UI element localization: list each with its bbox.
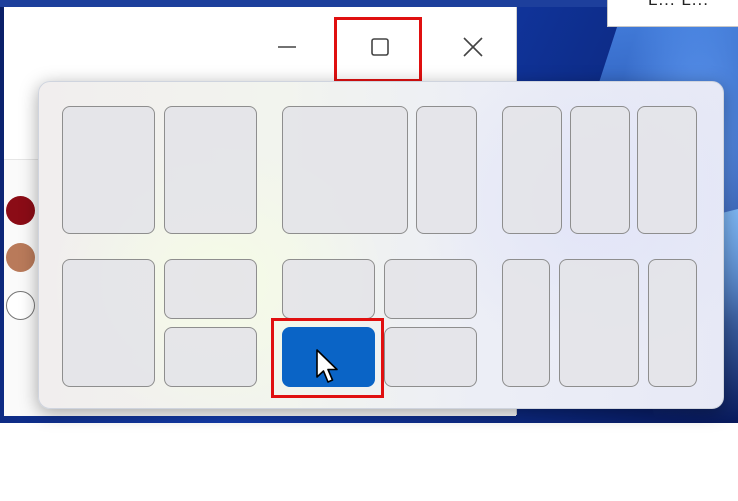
snap-zone[interactable] bbox=[62, 259, 155, 387]
snap-zone[interactable] bbox=[570, 106, 630, 234]
color-swatch-dark-red[interactable] bbox=[6, 196, 35, 225]
snap-zone[interactable] bbox=[282, 106, 408, 234]
snap-zone[interactable] bbox=[164, 327, 257, 387]
snap-zone[interactable] bbox=[164, 259, 257, 319]
snap-zone[interactable] bbox=[282, 259, 375, 319]
snap-zone[interactable] bbox=[559, 259, 639, 387]
maximize-highlight-box bbox=[334, 17, 422, 82]
mouse-pointer-icon bbox=[316, 349, 338, 383]
snap-zone[interactable] bbox=[62, 106, 155, 234]
minimize-button[interactable] bbox=[254, 21, 320, 73]
snap-zone[interactable] bbox=[164, 106, 257, 234]
snap-zone[interactable] bbox=[416, 106, 477, 234]
snap-zone[interactable] bbox=[648, 259, 697, 387]
color-swatch-tan[interactable] bbox=[6, 243, 35, 272]
snap-zone[interactable] bbox=[502, 106, 562, 234]
close-button[interactable] bbox=[440, 21, 506, 73]
close-icon bbox=[463, 37, 483, 57]
snap-zone[interactable] bbox=[502, 259, 550, 387]
minimize-icon bbox=[278, 46, 296, 48]
background-window-text: L... L... bbox=[648, 0, 709, 10]
snap-zone[interactable] bbox=[384, 259, 477, 319]
background-window-fragment: L... L... bbox=[607, 0, 738, 27]
color-swatch-white[interactable] bbox=[6, 291, 35, 320]
snap-zone[interactable] bbox=[637, 106, 697, 234]
snap-zone[interactable] bbox=[384, 327, 477, 387]
